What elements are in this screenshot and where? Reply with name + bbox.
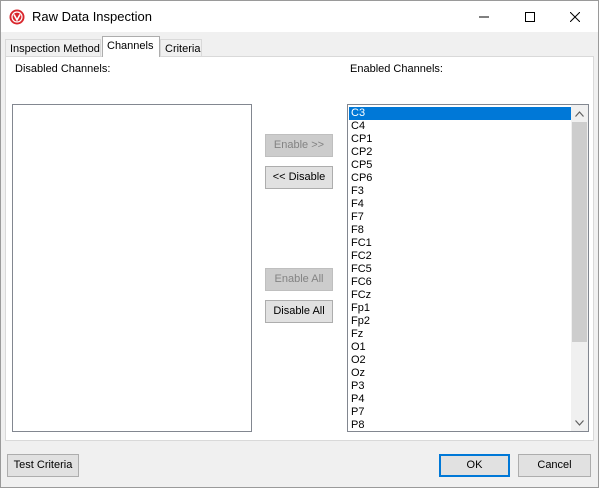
list-item[interactable]: Fz xyxy=(349,328,571,341)
cancel-button[interactable]: Cancel xyxy=(518,454,591,477)
maximize-button[interactable] xyxy=(507,1,553,32)
list-item[interactable]: FC6 xyxy=(349,276,571,289)
test-criteria-button[interactable]: Test Criteria xyxy=(7,454,79,477)
list-item[interactable]: C4 xyxy=(349,120,571,133)
list-item[interactable]: F3 xyxy=(349,185,571,198)
maximize-icon xyxy=(525,11,535,22)
list-item[interactable]: F4 xyxy=(349,198,571,211)
list-item[interactable]: CP6 xyxy=(349,172,571,185)
tab-criteria[interactable]: Criteria xyxy=(160,39,202,57)
list-item[interactable]: CP2 xyxy=(349,146,571,159)
scroll-thumb[interactable] xyxy=(572,122,587,342)
list-item[interactable]: P4 xyxy=(349,393,571,406)
tab-channels[interactable]: Channels xyxy=(102,36,160,57)
list-item[interactable]: F7 xyxy=(349,211,571,224)
list-item[interactable]: Fp2 xyxy=(349,315,571,328)
list-item[interactable]: C3 xyxy=(349,107,571,120)
disabled-channels-label: Disabled Channels: xyxy=(15,63,111,75)
title-bar[interactable]: Raw Data Inspection xyxy=(1,1,598,32)
list-item[interactable]: P3 xyxy=(349,380,571,393)
scroll-up-arrow[interactable] xyxy=(571,105,588,122)
tab-inspection-method[interactable]: Inspection Method xyxy=(5,39,101,57)
chevron-up-icon xyxy=(575,110,584,117)
list-item[interactable]: FC5 xyxy=(349,263,571,276)
list-item[interactable]: Oz xyxy=(349,367,571,380)
close-button[interactable] xyxy=(552,1,598,32)
minimize-icon xyxy=(479,16,489,17)
list-item[interactable]: FCz xyxy=(349,289,571,302)
list-item[interactable]: F8 xyxy=(349,224,571,237)
ok-button[interactable]: OK xyxy=(439,454,510,477)
enable-all-button[interactable]: Enable All xyxy=(265,268,333,291)
enabled-list-scrollbar[interactable] xyxy=(571,105,588,431)
channels-panel: Disabled Channels: Enabled Channels: Ena… xyxy=(5,56,594,441)
disabled-channels-list[interactable] xyxy=(12,104,252,432)
enable-button[interactable]: Enable >> xyxy=(265,134,333,157)
list-item[interactable]: Fp1 xyxy=(349,302,571,315)
app-logo-icon xyxy=(9,9,25,25)
list-item[interactable]: O2 xyxy=(349,354,571,367)
list-item[interactable]: CP1 xyxy=(349,133,571,146)
list-item[interactable]: FC1 xyxy=(349,237,571,250)
list-item[interactable]: O1 xyxy=(349,341,571,354)
dialog-window: Raw Data Inspection Inspection Method Ch… xyxy=(0,0,599,488)
window-title: Raw Data Inspection xyxy=(32,9,152,24)
list-item[interactable]: P8 xyxy=(349,419,571,431)
enabled-channels-items: C3 C4 CP1 CP2 CP5 CP6 F3 F4 F7 F8 FC1 FC2 FC5 FC6 FCz F… xyxy=(349,107,571,431)
close-icon xyxy=(570,11,580,22)
list-item[interactable]: P7 xyxy=(349,406,571,419)
chevron-down-icon xyxy=(575,419,584,426)
disable-button[interactable]: << Disable xyxy=(265,166,333,189)
list-item[interactable]: FC2 xyxy=(349,250,571,263)
scroll-down-arrow[interactable] xyxy=(571,414,588,431)
list-item[interactable]: CP5 xyxy=(349,159,571,172)
enabled-channels-list[interactable]: C3 C4 CP1 CP2 CP5 CP6 F3 F4 F7 F8 FC1 FC2 FC5 FC6 FCz F… xyxy=(347,104,589,432)
enabled-channels-label: Enabled Channels: xyxy=(350,63,443,75)
disable-all-button[interactable]: Disable All xyxy=(265,300,333,323)
minimize-button[interactable] xyxy=(461,1,507,32)
